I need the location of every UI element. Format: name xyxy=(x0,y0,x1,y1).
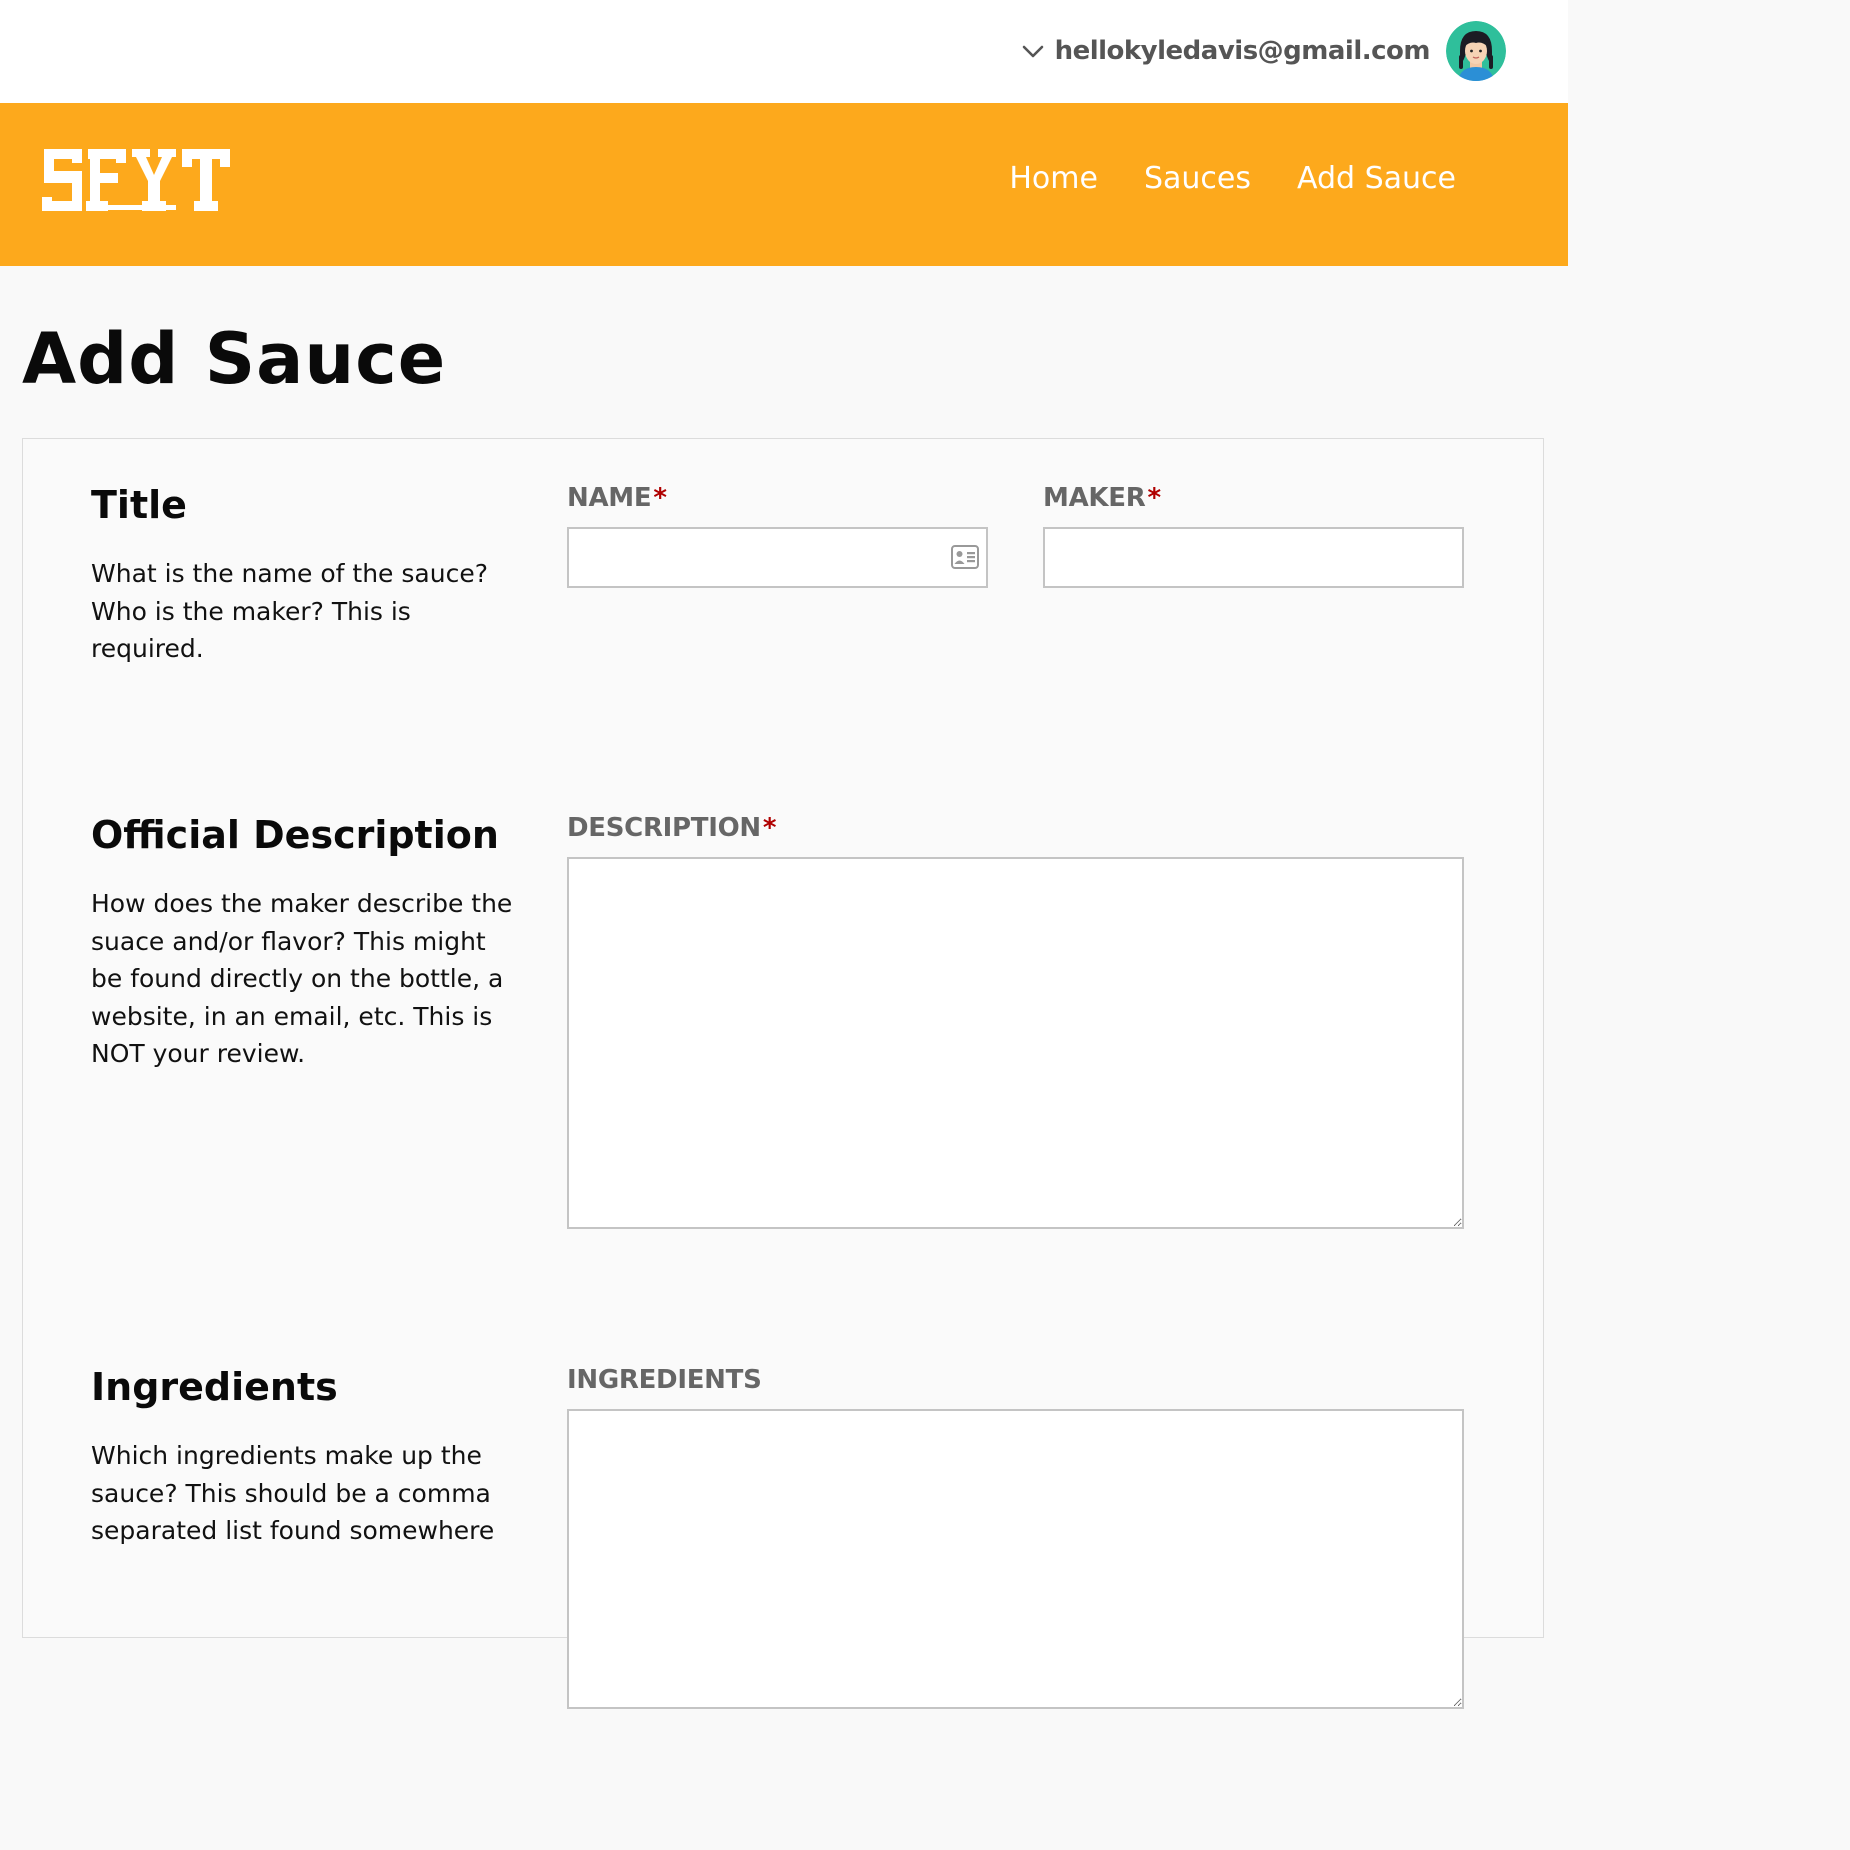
section-title-info: Title What is the name of the sauce? Who… xyxy=(91,483,521,668)
section-help: Which ingredients make up the sauce? Thi… xyxy=(91,1441,495,1545)
section-heading: Title xyxy=(91,483,187,527)
account-email[interactable]: hellokyledavis@gmail.com xyxy=(1055,36,1431,66)
section-help: How does the maker describe the suace an… xyxy=(91,889,513,1068)
ingredients-label-text: INGREDIENTS xyxy=(567,1365,762,1395)
chevron-down-icon[interactable] xyxy=(1021,39,1045,63)
section-heading: Official Description xyxy=(91,813,499,857)
name-label-text: NAME xyxy=(567,483,652,513)
required-mark: * xyxy=(762,813,777,843)
maker-input[interactable] xyxy=(1043,527,1464,588)
nav-link-add-sauce[interactable]: Add Sauce xyxy=(1297,161,1456,196)
required-mark: * xyxy=(1147,483,1161,513)
required-mark: * xyxy=(653,483,667,513)
ingredients-label: INGREDIENTS xyxy=(567,1365,762,1395)
add-sauce-form: Title What is the name of the sauce? Who… xyxy=(22,438,1544,1709)
nav-link-sauces[interactable]: Sauces xyxy=(1144,161,1251,196)
maker-label-text: MAKER xyxy=(1043,483,1146,513)
account-bar: hellokyledavis@gmail.com xyxy=(0,0,1568,103)
site-logo[interactable] xyxy=(38,141,234,221)
site-header: Home Sauces Add Sauce xyxy=(0,103,1568,266)
section-help: What is the name of the sauce? Who is th… xyxy=(91,559,488,663)
section-ingredients-info: Ingredients Which ingredients make up th… xyxy=(91,1365,521,1550)
section-description-info: Official Description How does the maker … xyxy=(91,813,521,1073)
ingredients-textarea[interactable] xyxy=(567,1409,1464,1709)
user-avatar[interactable] xyxy=(1446,21,1506,81)
description-label-text: DESCRIPTION xyxy=(567,813,761,843)
description-label: DESCRIPTION* xyxy=(567,813,776,843)
name-input[interactable] xyxy=(567,527,988,588)
maker-label: MAKER* xyxy=(1043,483,1161,513)
page-title: Add Sauce xyxy=(22,318,447,400)
description-textarea[interactable] xyxy=(567,857,1464,1229)
section-heading: Ingredients xyxy=(91,1365,338,1409)
main-nav: Home Sauces Add Sauce xyxy=(1009,161,1456,196)
name-label: NAME* xyxy=(567,483,667,513)
nav-link-home[interactable]: Home xyxy=(1009,161,1098,196)
account-menu[interactable]: hellokyledavis@gmail.com xyxy=(1021,20,1506,82)
contact-card-icon[interactable] xyxy=(951,545,979,569)
